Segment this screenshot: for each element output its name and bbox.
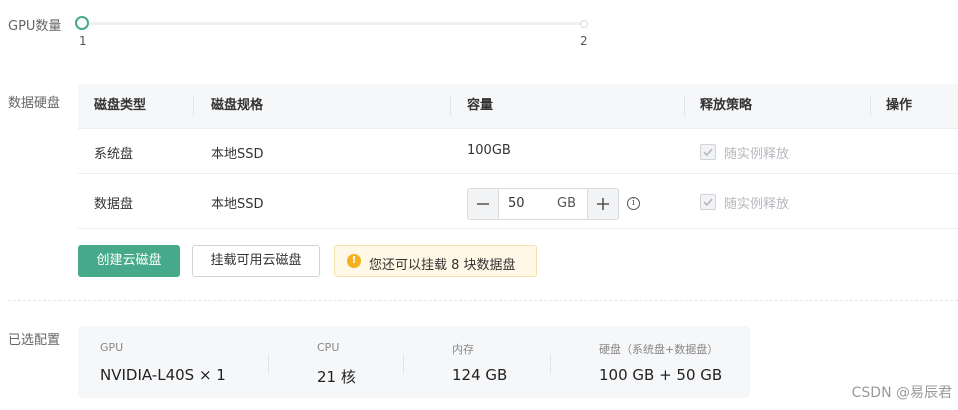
disk-type-cell: 数据盘: [94, 197, 134, 212]
summary-cpu-title: CPU: [317, 341, 340, 354]
summary-cpu-value: 21 核: [317, 368, 356, 386]
gpu-count-max-label: 2: [580, 34, 588, 48]
disk-table: 磁盘类型 磁盘规格 容量 释放策略 操作 系统盘 本地SSD 100GB 随实例…: [78, 84, 958, 229]
warning-icon: !: [347, 254, 361, 268]
summary-divider: [403, 354, 404, 374]
check-icon: [703, 148, 713, 157]
info-icon[interactable]: i: [627, 197, 640, 210]
summary-divider: [268, 354, 269, 374]
column-divider: [193, 96, 194, 116]
summary-disk-value: 100 GB + 50 GB: [599, 366, 723, 384]
disk-table-header: 磁盘类型 磁盘规格 容量 释放策略 操作: [78, 84, 958, 129]
column-divider: [450, 96, 451, 116]
disk-spec-cell: 本地SSD: [211, 197, 264, 212]
gpu-count-label: GPU数量: [8, 19, 62, 34]
column-divider: [870, 96, 871, 116]
minus-icon: [477, 203, 489, 205]
disk-capacity-cell: 100GB: [467, 143, 511, 158]
capacity-stepper: 50 GB: [467, 188, 619, 220]
section-divider: [8, 300, 958, 301]
plus-icon: [597, 198, 609, 210]
release-with-instance-label: 随实例释放: [724, 197, 790, 212]
column-header-disk-spec: 磁盘规格: [211, 98, 264, 113]
disk-quota-notice: ! 您还可以挂载 8 块数据盘: [334, 245, 537, 277]
column-divider: [684, 96, 685, 116]
data-disk-label: 数据硬盘: [8, 96, 61, 111]
selected-config-label: 已选配置: [8, 333, 61, 348]
release-with-instance-checkbox[interactable]: [700, 194, 716, 210]
column-header-actions: 操作: [886, 98, 913, 113]
watermark: CSDN @易辰君: [851, 385, 952, 401]
summary-divider: [550, 354, 551, 374]
disk-spec-cell: 本地SSD: [211, 147, 264, 162]
summary-gpu-title: GPU: [100, 341, 124, 354]
decrease-capacity-button[interactable]: [468, 189, 499, 219]
attach-cloud-disk-button[interactable]: 挂载可用云磁盘: [192, 245, 320, 277]
gpu-count-slider-track[interactable]: [82, 22, 586, 25]
gpu-count-slider-end-dot[interactable]: [580, 20, 588, 28]
summary-disk-title: 硬盘（系统盘+数据盘）: [599, 343, 719, 356]
check-icon: [703, 198, 713, 207]
gpu-count-min-label: 1: [79, 34, 87, 48]
table-row-data-disk: 数据盘 本地SSD 50 GB i 随实例释放: [78, 174, 958, 229]
column-header-release-policy: 释放策略: [700, 98, 753, 113]
release-with-instance-label: 随实例释放: [724, 147, 790, 162]
capacity-unit: GB: [557, 196, 576, 211]
summary-gpu-value: NVIDIA-L40S × 1: [100, 366, 226, 384]
increase-capacity-button[interactable]: [587, 189, 618, 219]
summary-memory-value: 124 GB: [452, 366, 508, 384]
disk-type-cell: 系统盘: [94, 147, 134, 162]
column-header-disk-type: 磁盘类型: [94, 98, 147, 113]
summary-memory-title: 内存: [452, 343, 474, 356]
capacity-input[interactable]: 50: [508, 196, 525, 211]
gpu-count-slider-handle[interactable]: [75, 16, 89, 30]
create-cloud-disk-button[interactable]: 创建云磁盘: [78, 245, 180, 277]
selected-config-summary: GPU NVIDIA-L40S × 1 CPU 21 核 内存 124 GB 硬…: [78, 326, 750, 398]
column-header-capacity: 容量: [467, 98, 494, 113]
table-row-system-disk: 系统盘 本地SSD 100GB 随实例释放: [78, 129, 958, 174]
disk-quota-notice-text: 您还可以挂载 8 块数据盘: [369, 258, 516, 273]
release-with-instance-checkbox[interactable]: [700, 144, 716, 160]
